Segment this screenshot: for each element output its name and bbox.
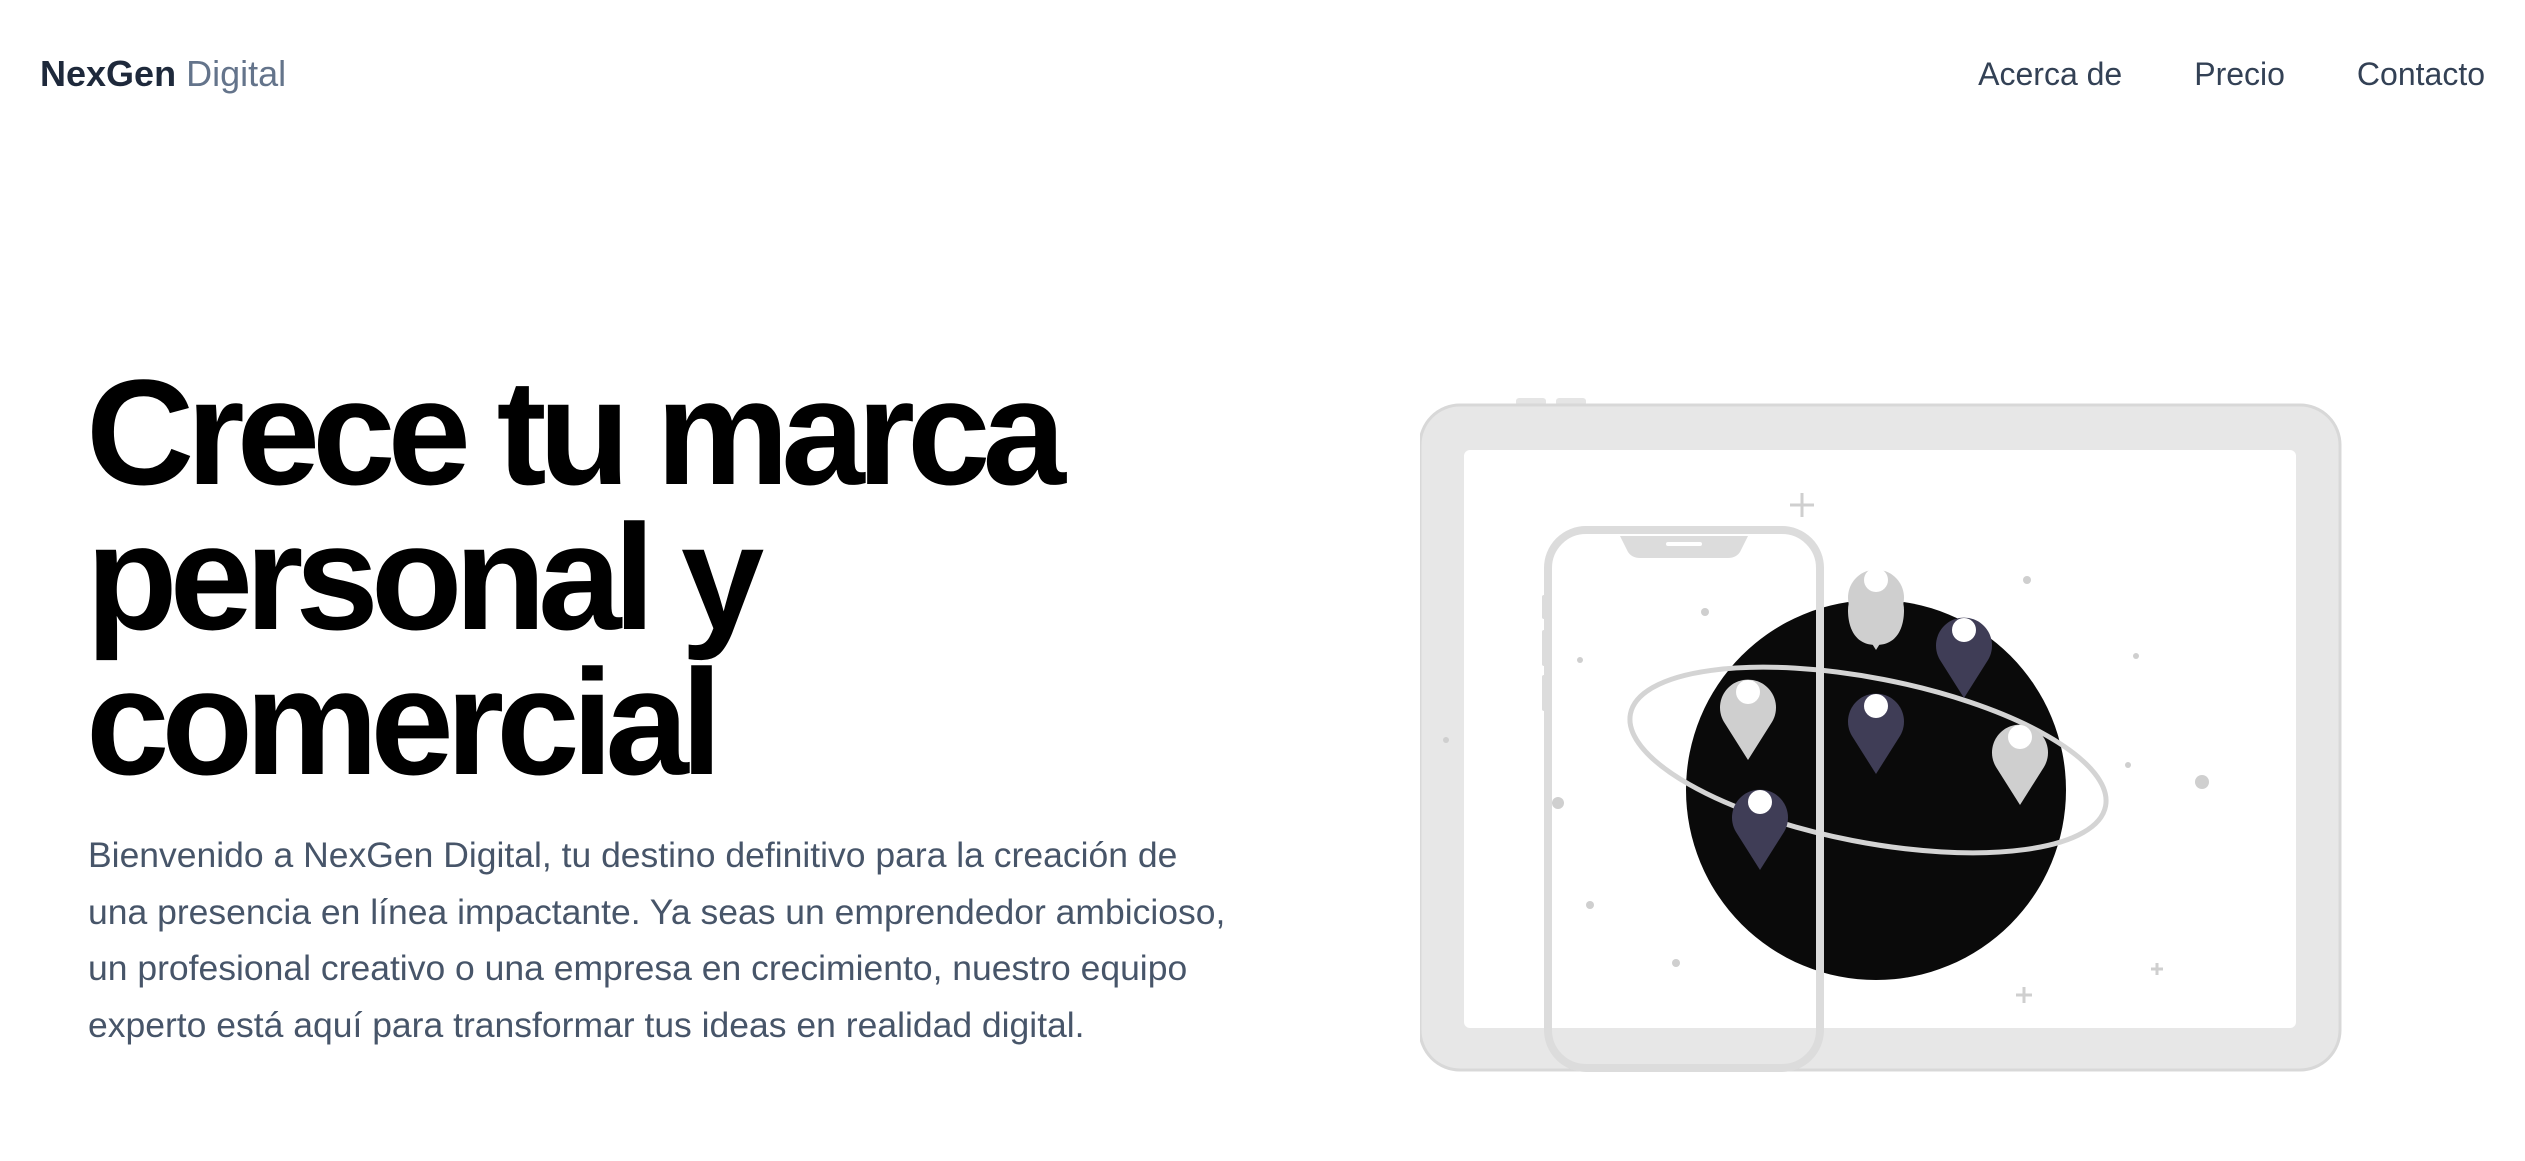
globe-icon: [1686, 600, 2066, 980]
brand-logo[interactable]: NexGen Digital: [40, 52, 286, 96]
nav-link-precio[interactable]: Precio: [2194, 52, 2285, 96]
brand-name-light: Digital: [186, 53, 287, 94]
nav-link-acerca-de[interactable]: Acerca de: [1978, 52, 2122, 96]
hero-illustration: [1420, 398, 2342, 1072]
hero-description: Bienvenido a NexGen Digital, tu destino …: [88, 835, 1226, 1045]
nav-link-contacto[interactable]: Contacto: [2357, 52, 2485, 96]
site-header: NexGen Digital Acerca de Precio Contacto: [0, 0, 2525, 150]
hero-title: Crece tu marca personal y comercial: [86, 348, 1066, 806]
brand-name-bold: NexGen: [40, 53, 177, 94]
main-nav: Acerca de Precio Contacto: [1978, 52, 2485, 96]
landing-page: NexGen Digital Acerca de Precio Contacto…: [0, 0, 2525, 1161]
